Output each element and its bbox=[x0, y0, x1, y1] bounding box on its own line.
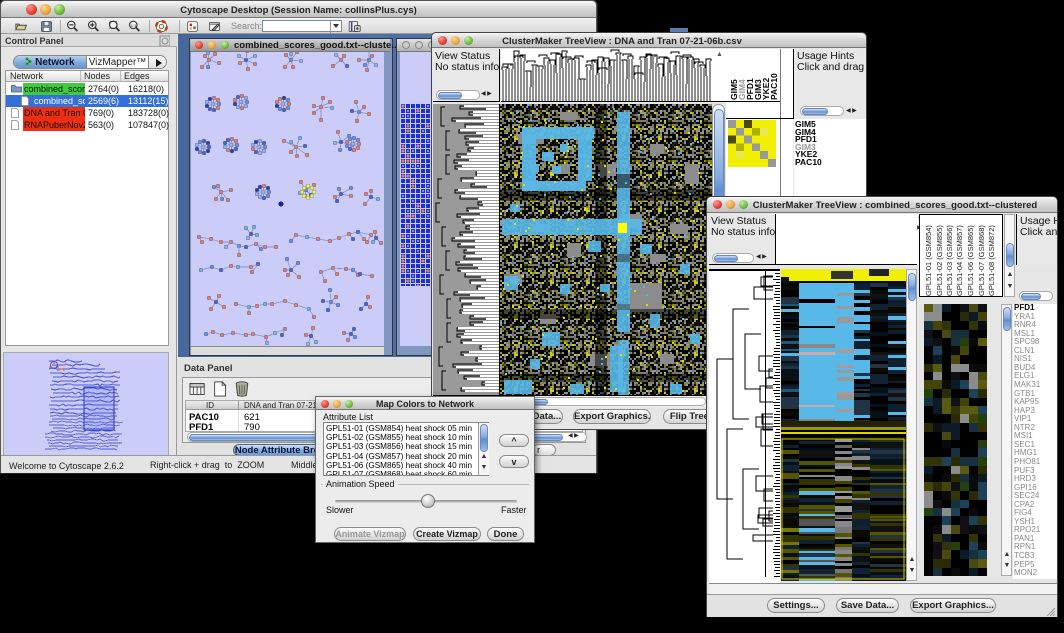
svg-text:GPL51-03 (GSM856): GPL51-03 (GSM856) bbox=[945, 225, 954, 296]
svg-text:GPL51-07 (GSM868): GPL51-07 (GSM868) bbox=[977, 225, 986, 296]
svg-text:GPL51-01 (GSM854): GPL51-01 (GSM854) bbox=[924, 225, 933, 296]
svg-text:PAC10: PAC10 bbox=[769, 73, 779, 100]
svg-text:GPL51-08 (GSM872): GPL51-08 (GSM872) bbox=[987, 225, 996, 296]
svg-text:GPL51-04 (GSM857): GPL51-04 (GSM857) bbox=[955, 225, 964, 296]
svg-text:GPL51-02 (GSM855): GPL51-02 (GSM855) bbox=[935, 225, 944, 296]
svg-text:1:1: 1:1 bbox=[131, 22, 137, 27]
svg-text:GPL51-06 (GSM865): GPL51-06 (GSM865) bbox=[966, 225, 975, 296]
